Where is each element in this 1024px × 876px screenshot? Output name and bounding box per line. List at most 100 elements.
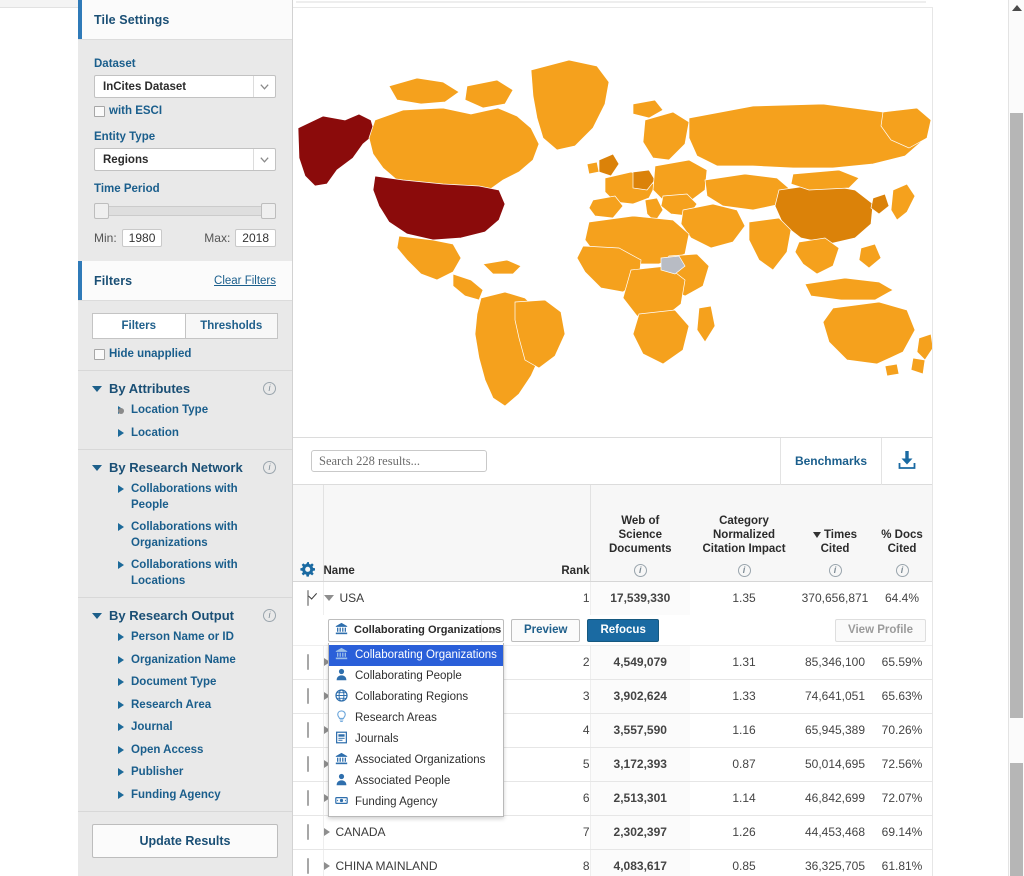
gear-icon[interactable] bbox=[293, 561, 323, 577]
row-checkbox[interactable] bbox=[306, 790, 309, 806]
info-icon[interactable]: i bbox=[737, 563, 751, 577]
row-checkbox[interactable] bbox=[306, 654, 309, 670]
sidebar-item-location[interactable]: Location bbox=[118, 426, 276, 442]
menu-item-funding-agency[interactable]: Funding Agency bbox=[329, 792, 503, 813]
sidebar-item-person-name-or-id[interactable]: Person Name or ID bbox=[118, 630, 276, 646]
menu-item-associated-organizations[interactable]: Associated Organizations bbox=[329, 750, 503, 771]
row-select-cell[interactable] bbox=[293, 747, 324, 782]
row-wos[interactable]: 3,902,624 bbox=[589, 679, 690, 714]
menu-item-collaborating-people[interactable]: Collaborating People bbox=[329, 666, 503, 687]
row-wos[interactable]: 4,083,617 bbox=[589, 849, 690, 876]
column-header-times-cited[interactable]: Times Cited i bbox=[798, 485, 872, 582]
sidebar-item-collaborations-with-locations[interactable]: Collaborations with Locations bbox=[118, 558, 276, 589]
info-icon[interactable]: i bbox=[895, 563, 909, 577]
row-checkbox[interactable] bbox=[306, 756, 309, 772]
menu-item-journals[interactable]: Journals bbox=[329, 729, 503, 750]
row-checkbox[interactable] bbox=[306, 590, 309, 606]
entity-relation-dropdown[interactable]: Collaborating Organizations bbox=[328, 618, 504, 642]
entity-type-select[interactable]: Regions bbox=[94, 148, 276, 171]
info-icon[interactable]: i bbox=[263, 461, 276, 475]
view-profile-button[interactable]: View Profile bbox=[835, 618, 926, 642]
column-settings-header[interactable] bbox=[293, 485, 324, 582]
menu-item-collaborating-organizations[interactable]: Collaborating Organizations bbox=[329, 644, 503, 666]
row-checkbox[interactable] bbox=[306, 688, 309, 704]
row-select-cell[interactable] bbox=[293, 713, 324, 748]
row-wos[interactable]: 4,549,079 bbox=[589, 645, 690, 680]
search-input[interactable] bbox=[311, 450, 487, 472]
scrollbar-thumb[interactable] bbox=[1010, 113, 1023, 718]
menu-item-research-areas[interactable]: Research Areas bbox=[329, 708, 503, 729]
sidebar-item-publisher[interactable]: Publisher bbox=[118, 765, 276, 781]
column-header-wos-documents[interactable]: Web of Science Documents i bbox=[589, 485, 690, 582]
min-value[interactable]: 1980 bbox=[121, 229, 163, 247]
time-period-slider[interactable] bbox=[94, 203, 276, 219]
tab-thresholds[interactable]: Thresholds bbox=[184, 313, 278, 339]
info-icon[interactable]: i bbox=[263, 609, 276, 623]
tab-filters[interactable]: Filters bbox=[92, 313, 185, 339]
column-header-name[interactable]: Name bbox=[323, 485, 528, 582]
table-row[interactable]: CANADA 7 2,302,397 1.26 44,453,468 69.14… bbox=[293, 815, 932, 850]
row-select-cell[interactable] bbox=[293, 815, 324, 850]
row-select-cell[interactable] bbox=[293, 679, 324, 714]
info-icon[interactable]: i bbox=[263, 382, 276, 395]
world-map[interactable] bbox=[293, 8, 932, 438]
row-checkbox[interactable] bbox=[306, 824, 309, 840]
clear-filters-link[interactable]: Clear Filters bbox=[214, 275, 276, 287]
sidebar-item-collaborations-with-people[interactable]: Collaborations with People bbox=[118, 482, 276, 513]
sidebar-item-organization-name[interactable]: Organization Name bbox=[118, 653, 276, 669]
row-select-cell[interactable] bbox=[293, 581, 324, 616]
expand-collapse-icon[interactable] bbox=[323, 595, 334, 601]
row-select-cell[interactable] bbox=[293, 849, 324, 876]
sidebar-item-location-type[interactable]: Location Type bbox=[104, 403, 276, 419]
with-esci-checkbox[interactable] bbox=[94, 105, 105, 117]
expand-collapse-icon[interactable] bbox=[323, 828, 330, 836]
group-header[interactable]: By Research Output i bbox=[92, 608, 276, 623]
preview-button[interactable]: Preview bbox=[511, 618, 581, 642]
scrollbar-thumb-secondary[interactable] bbox=[1010, 763, 1023, 876]
benchmarks-link[interactable]: Benchmarks bbox=[779, 437, 881, 485]
row-name-cell[interactable]: CHINA MAINLAND bbox=[323, 849, 528, 876]
menu-item-associated-people[interactable]: Associated People bbox=[329, 771, 503, 792]
row-wos[interactable]: 3,557,590 bbox=[589, 713, 690, 748]
page-scrollbar[interactable] bbox=[1008, 0, 1024, 876]
slider-handle-max[interactable] bbox=[261, 203, 276, 219]
row-wos[interactable]: 17,539,330 bbox=[589, 581, 690, 616]
row-checkbox[interactable] bbox=[306, 722, 309, 738]
sidebar-item-collaborations-with-organizations[interactable]: Collaborations with Organizations bbox=[118, 520, 276, 551]
scroll-up-arrow-icon[interactable] bbox=[1012, 5, 1022, 11]
column-header-pct-docs-cited[interactable]: % Docs Cited i bbox=[872, 485, 932, 582]
row-name-cell[interactable]: USA bbox=[323, 581, 528, 616]
sidebar-item-research-area[interactable]: Research Area bbox=[118, 698, 276, 714]
table-row[interactable]: CHINA MAINLAND 8 4,083,617 0.85 36,325,7… bbox=[293, 849, 932, 876]
column-header-rank[interactable]: Rank bbox=[528, 485, 590, 582]
row-name-cell[interactable]: CANADA bbox=[323, 815, 528, 850]
row-wos[interactable]: 2,302,397 bbox=[589, 815, 690, 850]
with-esci-row[interactable]: with ESCI bbox=[94, 105, 276, 117]
info-icon[interactable]: i bbox=[828, 563, 842, 577]
sidebar-item-document-type[interactable]: Document Type bbox=[118, 675, 276, 691]
column-header-cnci[interactable]: Category Normalized Citation Impact i bbox=[690, 485, 798, 582]
sidebar-item-open-access[interactable]: Open Access bbox=[118, 743, 276, 759]
hide-unapplied-checkbox[interactable] bbox=[94, 348, 105, 360]
max-value[interactable]: 2018 bbox=[235, 229, 276, 247]
sidebar-item-funding-agency[interactable]: Funding Agency bbox=[118, 788, 276, 804]
sidebar-item-journal[interactable]: Journal bbox=[118, 720, 276, 736]
download-button[interactable] bbox=[881, 437, 932, 485]
dataset-select[interactable]: InCites Dataset bbox=[94, 75, 276, 98]
slider-handle-min[interactable] bbox=[94, 203, 109, 219]
refocus-button[interactable]: Refocus bbox=[587, 618, 659, 642]
hide-unapplied-row[interactable]: Hide unapplied bbox=[94, 348, 292, 360]
row-checkbox[interactable] bbox=[306, 858, 309, 874]
map-region-scandinavia bbox=[642, 111, 690, 161]
expand-collapse-icon[interactable] bbox=[323, 862, 330, 870]
row-wos[interactable]: 3,172,393 bbox=[589, 747, 690, 782]
row-select-cell[interactable] bbox=[293, 781, 324, 816]
table-row[interactable]: USA 1 17,539,330 1.35 370,656,871 64.4% bbox=[293, 581, 932, 616]
group-header[interactable]: By Attributes i bbox=[92, 381, 276, 396]
row-select-cell[interactable] bbox=[293, 645, 324, 680]
info-icon[interactable]: i bbox=[633, 563, 647, 577]
row-wos[interactable]: 2,513,301 bbox=[589, 781, 690, 816]
update-results-button[interactable]: Update Results bbox=[92, 824, 278, 859]
menu-item-collaborating-regions[interactable]: Collaborating Regions bbox=[329, 687, 503, 708]
group-header[interactable]: By Research Network i bbox=[92, 460, 276, 475]
